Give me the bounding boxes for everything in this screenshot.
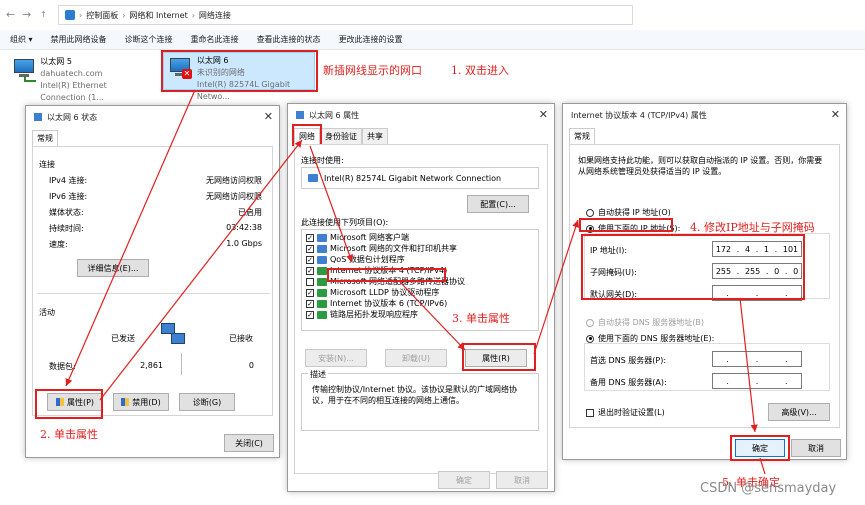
arrow-6 [739,297,758,433]
annotation-arrows [65,89,766,475]
arrow-2 [99,139,303,401]
arrow-1 [65,89,196,387]
arrow-5 [533,219,580,355]
arrow-7 [759,457,766,475]
arrow-3 [309,145,353,263]
arrow-4 [399,281,466,351]
